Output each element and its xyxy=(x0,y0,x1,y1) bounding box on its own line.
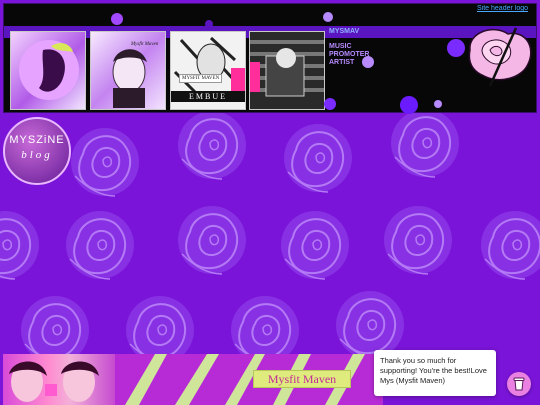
myszine-blog-button[interactable]: MYSZiNE blog xyxy=(3,117,71,185)
myszine-subtitle: blog xyxy=(21,149,53,161)
banner-title: Mysfit Maven xyxy=(253,370,351,388)
coffee-cup-button[interactable] xyxy=(507,372,531,396)
banner-photo xyxy=(3,354,115,405)
pink-rose-logo-icon[interactable] xyxy=(460,20,540,90)
support-message-text: Thank you so much for supporting! You're… xyxy=(380,356,487,385)
myszine-title: MYSZiNE xyxy=(9,134,65,146)
banner-photo-image xyxy=(9,361,99,402)
coffee-cup-icon xyxy=(513,377,525,391)
header-dot-decorations xyxy=(111,12,465,114)
support-message-popup[interactable]: Thank you so much for supporting! You're… xyxy=(374,350,496,396)
footer-banner: Mysfit Maven xyxy=(3,354,383,405)
site-header: Site header logo Mysfit Maven MYSFIT MAV… xyxy=(3,3,540,114)
